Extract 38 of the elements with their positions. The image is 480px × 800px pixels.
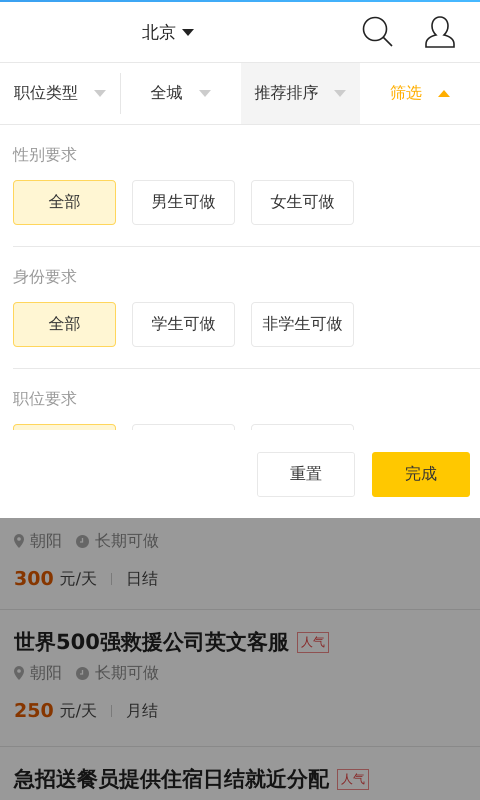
job-duration: 长期可做 bbox=[95, 662, 159, 684]
caret-icon bbox=[94, 90, 106, 97]
pay-amount: 250 bbox=[14, 700, 54, 722]
option-chip[interactable]: 全部 bbox=[13, 180, 116, 225]
caret-icon bbox=[198, 90, 211, 97]
pay-unit: 元/天 bbox=[60, 700, 98, 722]
option-chip[interactable]: 学生可做 bbox=[132, 302, 235, 347]
search-icon[interactable] bbox=[362, 16, 394, 48]
option-chip[interactable]: 女生可做 bbox=[251, 180, 354, 225]
reset-button[interactable]: 重置 bbox=[257, 452, 355, 497]
caret-icon bbox=[334, 90, 346, 97]
pay-amount: 300 bbox=[14, 568, 54, 590]
filter-tab[interactable]: 推荐排序 bbox=[240, 63, 360, 124]
location-pin-icon bbox=[14, 666, 24, 680]
option-chip[interactable]: 男生可做 bbox=[132, 180, 235, 225]
job-title[interactable]: 急招送餐员提供住宿日结就近分配 bbox=[14, 765, 329, 793]
popular-tag: 人气 bbox=[296, 632, 329, 652]
popular-tag: 人气 bbox=[337, 768, 369, 790]
city-selector[interactable]: 北京 bbox=[142, 20, 194, 44]
pay-unit: 元/天 bbox=[60, 568, 98, 590]
section-title: 职位要求 bbox=[13, 389, 78, 409]
user-icon[interactable] bbox=[424, 15, 456, 49]
section-title: 身份要求 bbox=[13, 267, 78, 287]
settlement-type: 月结 bbox=[126, 700, 158, 722]
option-chip[interactable]: 全部 bbox=[13, 302, 116, 347]
location-pin-icon bbox=[14, 534, 24, 548]
clock-icon bbox=[76, 666, 89, 680]
option-chip[interactable]: 非学生可做 bbox=[251, 302, 354, 347]
job-location: 朝阳 bbox=[30, 530, 62, 552]
job-duration: 长期可做 bbox=[95, 530, 159, 552]
clock-icon bbox=[76, 534, 89, 548]
section-title: 性别要求 bbox=[13, 145, 78, 165]
done-button[interactable]: 完成 bbox=[372, 452, 470, 497]
settlement-type: 日结 bbox=[126, 568, 158, 590]
job-title[interactable]: 世界500强救援公司英文客服 bbox=[14, 628, 289, 656]
caret-icon bbox=[438, 90, 450, 97]
caret-icon bbox=[182, 28, 194, 36]
job-location: 朝阳 bbox=[30, 662, 62, 684]
